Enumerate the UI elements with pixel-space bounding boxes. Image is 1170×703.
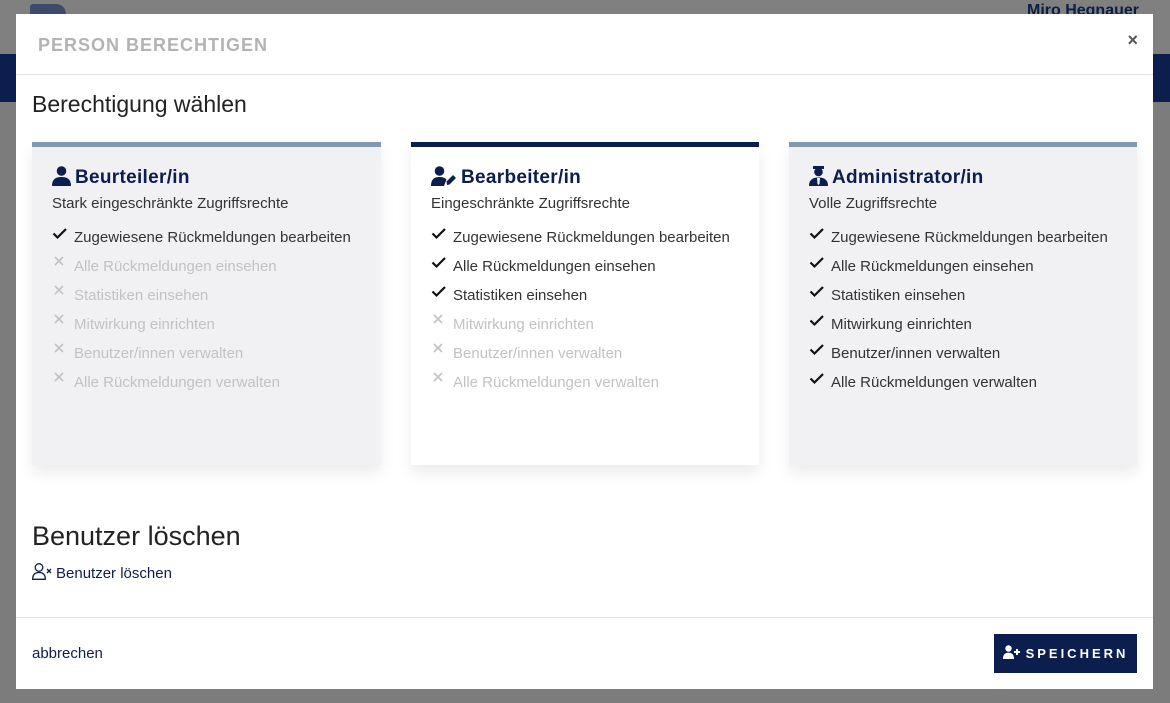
permission-item: Zugewiesene Rückmeldungen bearbeiten: [809, 226, 1117, 250]
save-label: SPEICHERN: [1025, 646, 1129, 661]
cross-icon: [431, 313, 447, 329]
permission-label: Benutzer/innen verwalten: [453, 345, 623, 362]
permission-label: Alle Rückmeldungen einsehen: [831, 258, 1034, 275]
permission-item: Statistiken einsehen: [52, 284, 361, 308]
role-subtitle: Volle Zugriffsrechte: [809, 195, 938, 212]
permission-item: Alle Rückmeldungen verwalten: [809, 371, 1117, 395]
check-icon: [809, 226, 825, 242]
check-icon: [809, 342, 825, 358]
permission-label: Statistiken einsehen: [453, 287, 588, 304]
permission-label: Benutzer/innen verwalten: [831, 345, 1001, 362]
delete-user-link[interactable]: Benutzer löschen: [32, 563, 172, 584]
modal-header: PERSON BERECHTIGEN ×: [16, 14, 1153, 75]
role-subtitle: Stark eingeschränkte Zugriffsrechte: [52, 195, 289, 212]
permission-item: Alle Rückmeldungen einsehen: [809, 255, 1117, 279]
permission-item: Alle Rückmeldungen verwalten: [52, 371, 361, 395]
check-icon: [809, 255, 825, 271]
delete-link-label: Benutzer löschen: [56, 565, 172, 582]
permission-label: Alle Rückmeldungen einsehen: [453, 258, 656, 275]
cross-icon: [52, 255, 68, 271]
permission-label: Benutzer/innen verwalten: [74, 345, 244, 362]
permission-label: Zugewiesene Rückmeldungen bearbeiten: [453, 229, 730, 246]
permission-label: Mitwirkung einrichten: [831, 316, 972, 333]
permission-item: Benutzer/innen verwalten: [431, 342, 739, 366]
permission-label: Statistiken einsehen: [74, 287, 209, 304]
permission-label: Alle Rückmeldungen verwalten: [831, 374, 1037, 391]
permission-item: Alle Rückmeldungen einsehen: [52, 255, 361, 279]
permission-label: Zugewiesene Rückmeldungen bearbeiten: [831, 229, 1108, 246]
cancel-link[interactable]: abbrechen: [32, 645, 103, 662]
permission-item: Zugewiesene Rückmeldungen bearbeiten: [431, 226, 739, 250]
cross-icon: [52, 342, 68, 358]
permission-item: Alle Rückmeldungen einsehen: [431, 255, 739, 279]
permission-item: Benutzer/innen verwalten: [52, 342, 361, 366]
user-edit-icon: [431, 165, 457, 191]
app-logo: [30, 4, 66, 14]
role-cards: Beurteiler/in Stark eingeschränkte Zugri…: [32, 142, 1137, 465]
check-icon: [52, 226, 68, 242]
permission-item: Zugewiesene Rückmeldungen bearbeiten: [52, 226, 361, 250]
permission-item: Mitwirkung einrichten: [52, 313, 361, 337]
close-icon[interactable]: ×: [1127, 30, 1138, 50]
user-plus-icon: [1002, 645, 1026, 662]
cross-icon: [431, 342, 447, 358]
role-card-bearbeiter[interactable]: Bearbeiter/in Eingeschränkte Zugriffsrec…: [411, 142, 759, 465]
check-icon: [809, 371, 825, 387]
check-icon: [809, 313, 825, 329]
role-subtitle: Eingeschränkte Zugriffsrechte: [431, 195, 630, 212]
permission-item: Alle Rückmeldungen verwalten: [431, 371, 739, 395]
role-card-beurteiler[interactable]: Beurteiler/in Stark eingeschränkte Zugri…: [32, 142, 381, 465]
check-icon: [431, 284, 447, 300]
permission-label: Alle Rückmeldungen verwalten: [74, 374, 280, 391]
cross-icon: [52, 371, 68, 387]
permission-list: Zugewiesene Rückmeldungen bearbeiten Alle…: [52, 226, 361, 395]
check-icon: [431, 255, 447, 271]
role-name: Administrator/in: [832, 167, 984, 188]
section-title: Berechtigung wählen: [32, 91, 247, 117]
role-name: Bearbeiter/in: [461, 167, 582, 188]
permission-label: Mitwirkung einrichten: [453, 316, 594, 333]
permission-item: Statistiken einsehen: [809, 284, 1117, 308]
permission-item: Mitwirkung einrichten: [431, 313, 739, 337]
cross-icon: [52, 313, 68, 329]
modal-title: PERSON BERECHTIGEN: [38, 35, 269, 55]
permission-list: Zugewiesene Rückmeldungen bearbeiten Alle…: [431, 226, 739, 395]
role-card-administrator[interactable]: Administrator/in Volle Zugriffsrechte Zu…: [789, 142, 1137, 465]
permission-item: Benutzer/innen verwalten: [809, 342, 1117, 366]
save-button[interactable]: SPEICHERN: [994, 634, 1137, 673]
permission-item: Mitwirkung einrichten: [809, 313, 1117, 337]
permission-modal: PERSON BERECHTIGEN × Berechtigung wählen…: [16, 14, 1153, 689]
user-delete-icon: [32, 563, 56, 584]
permission-label: Alle Rückmeldungen verwalten: [453, 374, 659, 391]
permission-label: Alle Rückmeldungen einsehen: [74, 258, 277, 275]
cross-icon: [431, 371, 447, 387]
cross-icon: [52, 284, 68, 300]
permission-item: Statistiken einsehen: [431, 284, 739, 308]
user-tie-icon: [809, 165, 828, 191]
permission-list: Zugewiesene Rückmeldungen bearbeiten Alle…: [809, 226, 1117, 395]
role-name: Beurteiler/in: [75, 167, 190, 188]
permission-label: Statistiken einsehen: [831, 287, 966, 304]
permission-label: Mitwirkung einrichten: [74, 316, 215, 333]
check-icon: [431, 226, 447, 242]
modal-footer: abbrechen SPEICHERN: [16, 617, 1153, 689]
delete-section-title: Benutzer löschen: [32, 521, 241, 551]
permission-label: Zugewiesene Rückmeldungen bearbeiten: [74, 229, 351, 246]
user-icon: [52, 165, 71, 191]
check-icon: [809, 284, 825, 300]
